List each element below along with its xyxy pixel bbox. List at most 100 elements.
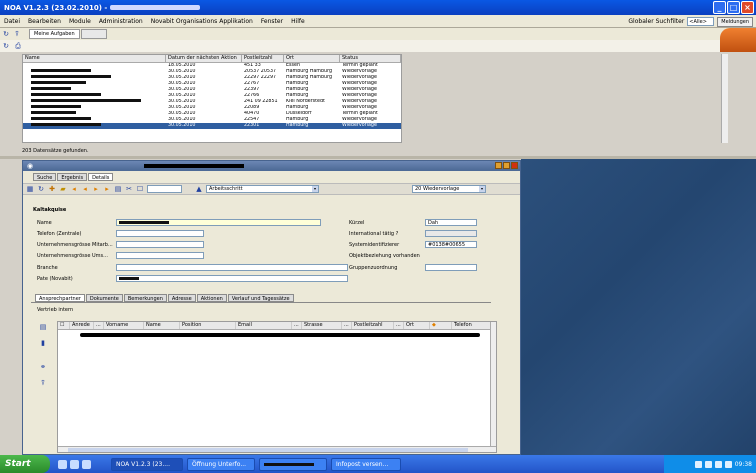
cell-ort: Hamburg [286, 123, 309, 128]
col-more[interactable]: ... [342, 322, 352, 329]
meldungen-button[interactable]: Meldungen [717, 16, 753, 27]
scissors-icon[interactable]: ✂ [125, 185, 133, 193]
add-icon[interactable]: ▤ [39, 323, 47, 331]
save-icon[interactable]: ▦ [26, 185, 34, 193]
tab-bemerkungen[interactable]: Bemerkungen [123, 294, 167, 302]
tray-icon[interactable] [704, 460, 712, 468]
menu-bearbeiten[interactable]: Bearbeiten [24, 18, 65, 25]
col-more[interactable]: ... [94, 322, 104, 329]
refresh-icon[interactable]: ↻ [37, 185, 45, 193]
tab-second[interactable] [80, 29, 107, 39]
menu-datei[interactable]: Datei [0, 18, 24, 25]
col-vorname[interactable]: Vorname [104, 322, 144, 329]
gruppen-field[interactable] [425, 264, 477, 271]
refresh-icon[interactable]: ↻ [2, 30, 10, 38]
mail-icon[interactable] [82, 459, 91, 469]
filter-icon[interactable]: ⍒ [13, 30, 21, 38]
tray-icon[interactable] [694, 460, 702, 468]
col-sort-icon[interactable]: ◆ [430, 322, 452, 329]
menu-administration[interactable]: Administration [95, 18, 147, 25]
system-id-field[interactable]: #0138#00655 [425, 241, 477, 248]
tab-details[interactable]: Details [88, 173, 114, 181]
pate-select[interactable] [116, 275, 348, 282]
tray-icon[interactable] [724, 460, 732, 468]
menu-hilfe[interactable]: Hilfe [287, 18, 309, 25]
col-anrede[interactable]: Anrede [70, 322, 94, 329]
link-icon[interactable]: ⚭ [39, 363, 47, 371]
ug-mitarb-field[interactable] [116, 241, 204, 248]
kuerzel-field[interactable]: Dah [425, 219, 477, 226]
desktop-icon[interactable] [58, 459, 67, 469]
telefon-field[interactable] [116, 230, 204, 237]
arrow-next-icon[interactable]: ▸ [92, 185, 100, 193]
new-icon[interactable]: ✚ [48, 185, 56, 193]
document-icon[interactable]: ▤ [114, 185, 122, 193]
task-noa[interactable]: NOA V1.2.3 (23.... [111, 457, 183, 471]
menu-module[interactable]: Module [65, 18, 95, 25]
table-row[interactable]: 30.05.2010 22301 Hamburg Wiedervorlage [23, 123, 401, 129]
col-name[interactable]: Name [144, 322, 180, 329]
folder-icon[interactable]: ▰ [59, 185, 67, 193]
list-scrollbar[interactable] [721, 54, 728, 143]
tab-adresse[interactable]: Adresse [167, 294, 196, 302]
print-icon[interactable]: ⎙ [14, 42, 22, 50]
detail-maximize-button[interactable] [503, 162, 510, 169]
tab-suche[interactable]: Suche [33, 173, 57, 181]
grid-vscroll[interactable] [490, 322, 496, 452]
filter-icon[interactable]: ⍒ [39, 379, 47, 387]
task-oeffnung[interactable]: Öffnung Unterfo... [187, 457, 255, 471]
col-ort[interactable]: Ort [284, 55, 340, 62]
branche-select[interactable] [116, 264, 348, 271]
col-telefon[interactable]: Telefon [452, 322, 492, 329]
close-button[interactable]: × [741, 1, 754, 14]
col-more[interactable]: ... [394, 322, 404, 329]
redacted-row[interactable] [80, 333, 480, 337]
menu-noa[interactable]: Novabit Organisations Applikation [147, 18, 257, 25]
col-postleitzahl[interactable]: Postleitzahl [352, 322, 394, 329]
cell-date: 30.05.2010 [168, 123, 196, 128]
tab-meine-aufgaben[interactable]: Meine Aufgaben [29, 29, 80, 39]
col-plz[interactable]: Postleitzahl [242, 55, 284, 62]
chevron-down-icon[interactable]: ▾ [479, 186, 485, 192]
ug-umsatz-field[interactable] [116, 252, 204, 259]
col-email[interactable]: Email [236, 322, 292, 329]
tab-dokumente[interactable]: Dokumente [85, 294, 123, 302]
col-strasse[interactable]: Strasse [302, 322, 342, 329]
menu-fenster[interactable]: Fenster [257, 18, 287, 25]
global-search-select[interactable]: <Alle> [687, 17, 715, 26]
col-position[interactable]: Position [180, 322, 236, 329]
task-infopost[interactable]: Infopost versen... [331, 457, 401, 471]
grid-select-col[interactable]: ☐ [58, 322, 70, 329]
tab-ansprechpartner[interactable]: Ansprechpartner [35, 294, 85, 302]
international-select[interactable] [425, 230, 477, 237]
tab-verlauf[interactable]: Verlauf und Tagessätze [227, 294, 294, 302]
arbeitsschritt-select[interactable]: Arbeitsschritt ▾ [206, 185, 319, 193]
arrow-prev-icon[interactable]: ◂ [81, 185, 89, 193]
col-name[interactable]: Name [23, 55, 166, 62]
col-ort[interactable]: Ort [404, 322, 430, 329]
col-status[interactable]: Status [340, 55, 401, 62]
col-date[interactable]: Datum der nächsten Aktion [166, 55, 242, 62]
tab-aktionen[interactable]: Aktionen [196, 294, 227, 302]
start-button[interactable]: Start [0, 455, 50, 473]
browser-icon[interactable] [70, 459, 79, 469]
arrow-last-icon[interactable]: ▸ [103, 185, 111, 193]
reload-icon[interactable]: ↻ [2, 42, 10, 50]
detail-minimize-button[interactable] [495, 162, 502, 169]
record-input[interactable] [147, 185, 182, 193]
minimize-button[interactable]: _ [713, 1, 726, 14]
detail-close-button[interactable] [511, 162, 518, 169]
delete-icon[interactable]: ▮ [39, 339, 47, 347]
task-redacted[interactable] [259, 457, 327, 471]
grid-hscroll[interactable] [58, 446, 496, 452]
phone-icon[interactable]: ☐ [136, 185, 144, 193]
col-more[interactable]: ... [292, 322, 302, 329]
maximize-button[interactable]: □ [727, 1, 740, 14]
start-label: Start [5, 459, 31, 469]
tray-icon[interactable] [714, 460, 722, 468]
tab-ergebnis[interactable]: Ergebnis [57, 173, 88, 181]
chevron-down-icon[interactable]: ▾ [312, 186, 318, 192]
wiedervorlage-select[interactable]: 20 Wiedervorlage ▾ [412, 185, 486, 193]
arrow-first-icon[interactable]: ◂ [70, 185, 78, 193]
name-field[interactable] [116, 219, 321, 226]
